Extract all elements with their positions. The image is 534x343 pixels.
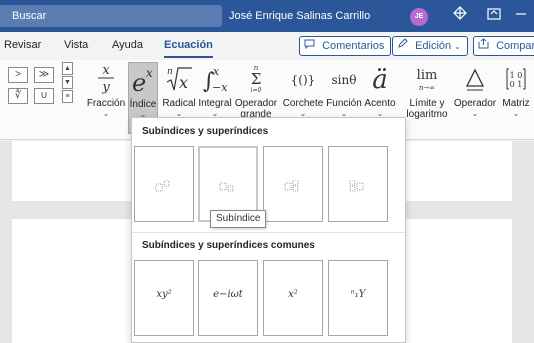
svg-text:y: y	[101, 80, 110, 94]
svg-text:n: n	[167, 67, 173, 77]
subscript-tooltip: Subíndice	[210, 210, 267, 228]
limit-icon: lim n→∞	[402, 62, 452, 98]
delta-operator-icon	[452, 62, 498, 98]
section-divider	[132, 232, 405, 233]
svg-text:lim: lim	[417, 68, 438, 83]
bracket-icon: {()}	[290, 73, 316, 87]
svg-text:−x: −x	[212, 81, 228, 94]
matrix-button[interactable]: 1 00 1 Matriz ⌄	[498, 62, 534, 134]
left-sub-superscript-icon	[329, 179, 387, 194]
scroll-down-icon[interactable]: ▼	[62, 76, 73, 89]
common-script-x2[interactable]: x²	[263, 260, 323, 336]
script-label: Índice	[129, 99, 157, 110]
svg-text:x: x	[179, 73, 188, 92]
function-icon: sinθ	[331, 73, 357, 87]
chevron-down-icon: ⌄	[471, 109, 479, 118]
symbol-much-greater[interactable]: ≫	[34, 67, 54, 83]
common-script-exp[interactable]: e−iωt	[198, 260, 258, 336]
tab-vista[interactable]: Vista	[64, 39, 88, 51]
user-name: José Enrique Salinas Carrillo	[229, 10, 371, 22]
more-symbols-icon[interactable]: ≡	[62, 90, 73, 103]
accent-icon: ä	[372, 65, 388, 95]
chevron-down-icon: ⌄	[454, 42, 461, 51]
svg-text:Σ: Σ	[251, 70, 262, 88]
section-title-common: Subíndices y superíndices comunes	[142, 240, 315, 251]
common-script-xy2[interactable]: xy²	[134, 260, 194, 336]
limit-log-button[interactable]: lim n→∞ Límite y logaritmo	[402, 62, 452, 134]
script-icon: ex	[129, 63, 157, 99]
accent-label: Acento	[364, 98, 396, 109]
symbol-fourth-root[interactable]: ∜	[8, 88, 28, 104]
search-box[interactable]: Buscar	[0, 5, 222, 27]
share-label: Compartir	[496, 40, 534, 52]
svg-text:n→∞: n→∞	[419, 84, 435, 92]
symbol-greater-than[interactable]: >	[8, 67, 28, 83]
matrix-icon: 1 00 1	[498, 62, 534, 98]
radical-icon: nx	[162, 62, 196, 98]
svg-text:x: x	[102, 63, 110, 78]
subscript-icon	[200, 181, 256, 195]
radical-label: Radical	[162, 98, 196, 109]
integral-label: Integral	[198, 98, 232, 109]
comments-label: Comentarios	[322, 40, 385, 52]
superscript-icon	[135, 180, 193, 194]
svg-text:x: x	[146, 66, 153, 80]
pencil-icon	[397, 38, 411, 52]
chevron-down-icon: ⌄	[102, 109, 110, 118]
tab-revisar[interactable]: Revisar	[4, 39, 41, 51]
common-script-nY[interactable]: ⁿ₁Y	[328, 260, 388, 336]
superscript-tile[interactable]	[134, 146, 194, 222]
svg-text:i=0: i=0	[251, 87, 262, 94]
operator-button[interactable]: Operador ⌄	[452, 62, 498, 134]
script-gallery-dropdown: Subíndices y superíndices Subíndices y s…	[131, 117, 406, 343]
common-script-label: x²	[288, 289, 298, 300]
sum-icon: n Σi=0	[234, 62, 278, 98]
matrix-label: Matriz	[502, 98, 530, 109]
svg-text:e: e	[132, 69, 146, 95]
tab-ayuda[interactable]: Ayuda	[112, 39, 143, 51]
section-title-scripts: Subíndices y superíndices	[142, 126, 269, 137]
fraction-label: Fracción	[86, 98, 126, 109]
scroll-up-icon[interactable]: ▲	[62, 62, 73, 75]
common-script-label: ⁿ₁Y	[350, 289, 366, 300]
share-icon	[478, 38, 492, 52]
comment-icon	[304, 39, 318, 52]
editing-label: Edición	[415, 40, 452, 52]
svg-text:x: x	[213, 65, 220, 78]
minimize-icon[interactable]	[508, 0, 534, 32]
share-button[interactable]: Compartir	[473, 36, 534, 56]
operator-label: Operador	[453, 98, 497, 109]
fraction-icon: xy	[84, 62, 128, 98]
sub-superscript-tile[interactable]	[263, 146, 323, 222]
function-label: Función	[326, 98, 362, 109]
editing-button[interactable]: Edición ⌄	[392, 36, 468, 56]
ribbon-tabs: Revisar Vista Ayuda Ecuación Comentarios…	[0, 32, 534, 60]
left-sub-superscript-tile[interactable]	[328, 146, 388, 222]
limit-log-label: Límite y logaritmo	[406, 98, 448, 120]
tab-ecuacion[interactable]: Ecuación	[164, 39, 213, 58]
common-script-label: xy²	[156, 289, 172, 300]
bracket-label: Corchete	[282, 98, 324, 109]
symbol-union[interactable]: ∪	[34, 88, 54, 104]
svg-text:0 1: 0 1	[510, 80, 523, 89]
common-script-label: e−iωt	[213, 289, 243, 300]
user-avatar[interactable]: JE	[410, 8, 428, 26]
title-bar: Buscar José Enrique Salinas Carrillo JE	[0, 0, 534, 32]
sub-superscript-icon	[264, 179, 322, 194]
fraction-button[interactable]: xy Fracción ⌄	[84, 62, 128, 134]
chevron-down-icon: ⌄	[512, 109, 520, 118]
comments-button[interactable]: Comentarios	[299, 36, 392, 56]
integral-icon: ∫ x −x	[198, 62, 232, 98]
svg-text:1 0: 1 0	[510, 71, 523, 80]
